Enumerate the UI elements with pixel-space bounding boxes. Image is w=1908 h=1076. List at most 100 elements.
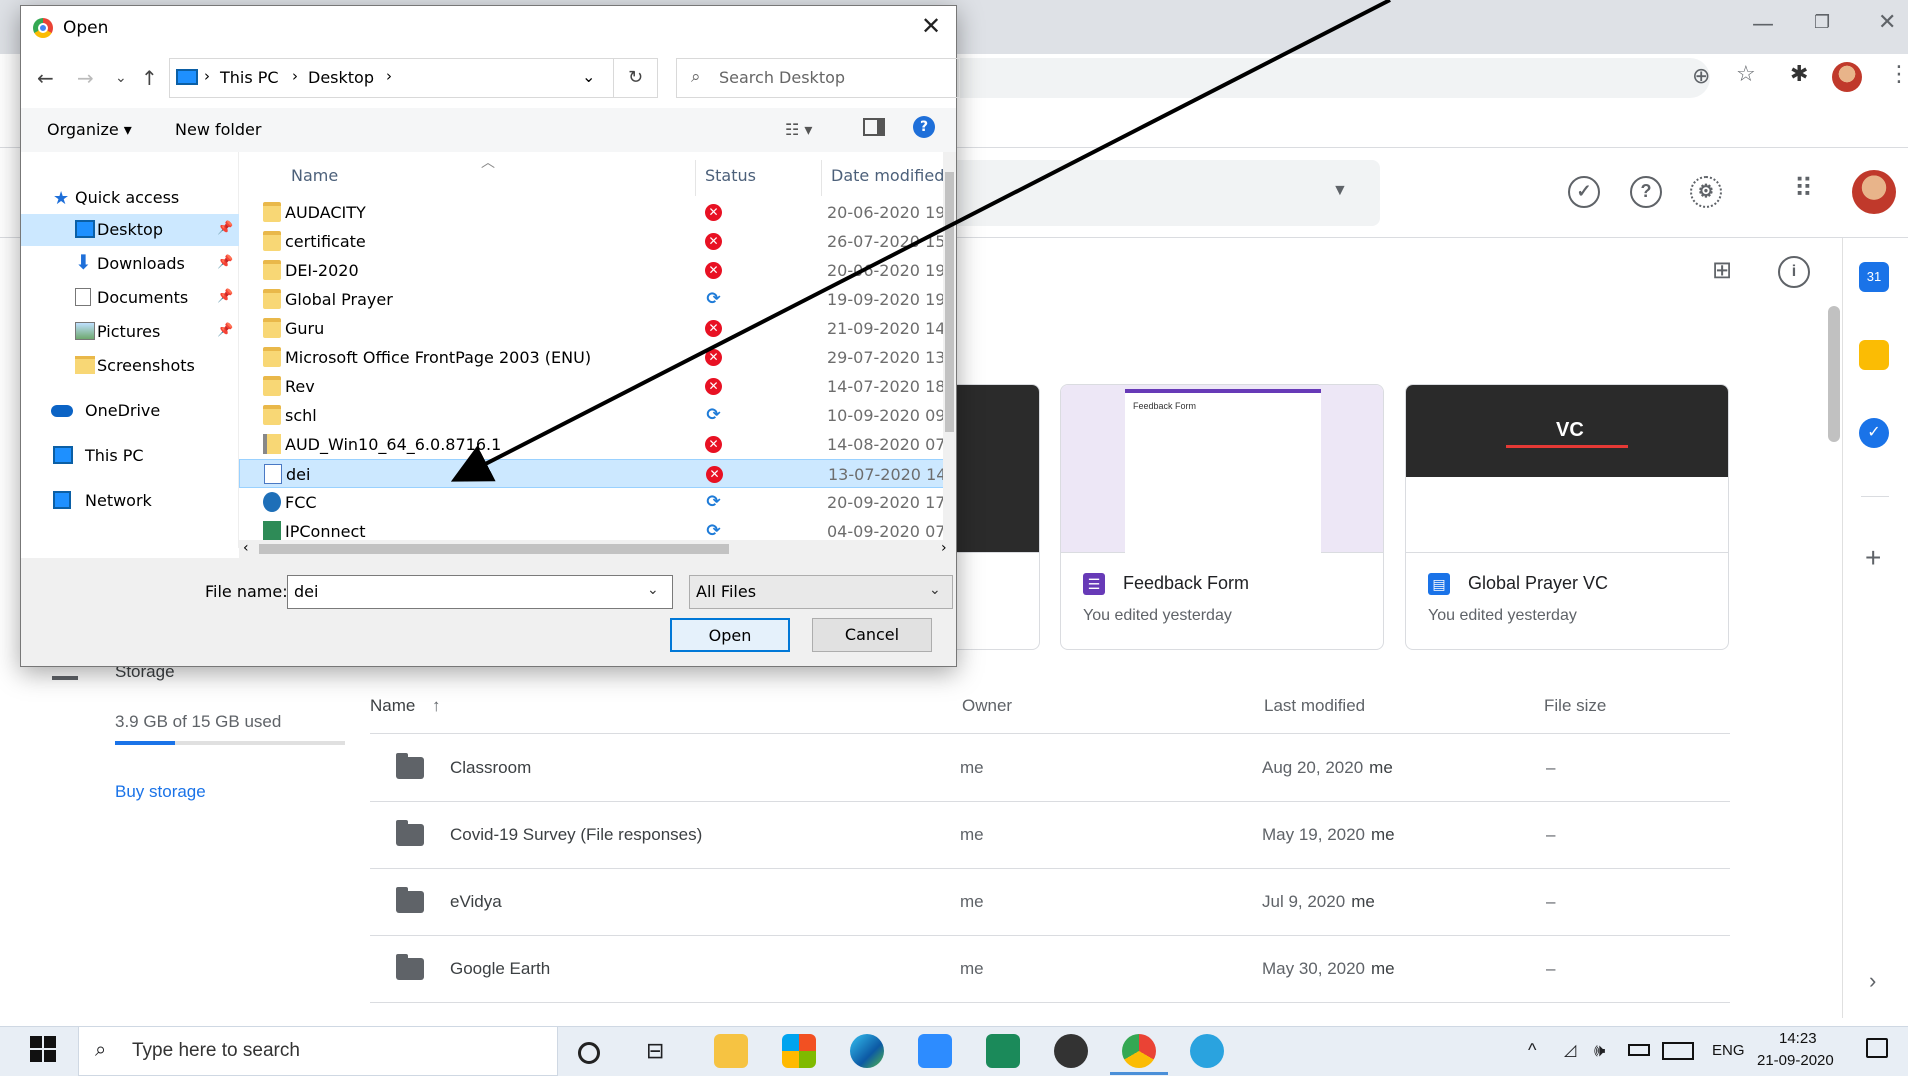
pin-icon[interactable]: 📌 [217, 255, 233, 270]
nav-item-screenshots[interactable]: Screenshots [21, 350, 239, 382]
drive-scrollbar[interactable] [1828, 306, 1840, 442]
info-icon[interactable]: i [1778, 256, 1810, 288]
task-view-icon[interactable]: ⊟ [646, 1034, 680, 1068]
buy-storage-link[interactable]: Buy storage [115, 782, 206, 802]
account-avatar-icon[interactable] [1852, 170, 1896, 214]
quick-access-card[interactable]: Feedback Form ☰ Feedback Form You edited… [1060, 384, 1384, 650]
file-row-selected[interactable]: dei ✕ 13-07-2020 14:12 [239, 459, 956, 488]
zoom-icon[interactable] [918, 1034, 952, 1068]
file-row[interactable]: Global Prayer ⟳ 19-09-2020 19:12 [239, 285, 956, 314]
nav-item-network[interactable]: Network [21, 485, 239, 517]
refresh-icon[interactable]: ↻ [614, 58, 658, 98]
omnibox[interactable] [940, 58, 1710, 98]
column-header-modified[interactable]: Last modified [1264, 696, 1365, 716]
network-tray-icon[interactable]: ◿ [1564, 1040, 1576, 1060]
add-addon-icon[interactable]: + [1865, 542, 1881, 574]
file-row[interactable]: Microsoft Office FrontPage 2003 (ENU) ✕ … [239, 343, 956, 372]
drive-search-box[interactable]: ▼ [940, 160, 1380, 226]
help-icon[interactable]: ? [913, 116, 935, 138]
calendar-icon[interactable]: 31 [1859, 262, 1889, 292]
search-options-icon[interactable]: ▼ [1332, 182, 1348, 200]
tray-chevron-icon[interactable]: ^ [1528, 1040, 1536, 1061]
store-icon[interactable] [782, 1034, 816, 1068]
restore-icon[interactable]: ❐ [1814, 14, 1830, 32]
file-type-select[interactable]: All Files [689, 575, 953, 609]
windows-start-icon[interactable] [30, 1036, 58, 1064]
profile-avatar-icon[interactable] [1832, 62, 1862, 92]
table-row[interactable]: Google Earth me May 30, 2020 me – [370, 936, 1730, 1003]
game-app-icon[interactable] [986, 1034, 1020, 1068]
view-options-icon[interactable]: ☷ ▾ [785, 120, 812, 139]
address-dropdown-icon[interactable]: ⌄ [582, 67, 595, 86]
extensions-icon[interactable]: ✱ [1790, 64, 1808, 86]
notification-icon[interactable] [1866, 1038, 1888, 1058]
file-row[interactable]: DEI-2020 ✕ 20-06-2020 19:46 [239, 256, 956, 285]
breadcrumb-this-pc[interactable]: This PC [220, 68, 279, 87]
close-icon[interactable]: ✕ [921, 12, 941, 40]
column-header-name[interactable]: Name [370, 696, 415, 716]
obs-icon[interactable] [1054, 1034, 1088, 1068]
minimize-icon[interactable]: — [1752, 14, 1774, 36]
expand-panel-icon[interactable]: › [1869, 968, 1876, 994]
column-header-size[interactable]: File size [1544, 696, 1606, 716]
language-indicator[interactable]: ENG [1712, 1042, 1745, 1059]
back-arrow-icon[interactable]: ← [37, 66, 54, 90]
file-row[interactable]: certificate ✕ 26-07-2020 15:53 [239, 227, 956, 256]
clock-date[interactable]: 21-09-2020 [1757, 1052, 1834, 1069]
new-folder-button[interactable]: New folder [175, 120, 261, 139]
nav-item-onedrive[interactable]: OneDrive [21, 395, 239, 427]
file-name-input[interactable]: dei [287, 575, 673, 609]
table-row[interactable]: eVidya me Jul 9, 2020 me – [370, 869, 1730, 936]
column-separator[interactable] [821, 160, 822, 196]
file-row[interactable]: Guru ✕ 21-09-2020 14:15 [239, 314, 956, 343]
breadcrumb-desktop[interactable]: Desktop [308, 68, 374, 87]
file-row[interactable]: AUD_Win10_64_6.0.8716.1 ✕ 14-08-2020 07:… [239, 430, 956, 459]
pin-icon[interactable]: 📌 [217, 289, 233, 304]
pin-icon[interactable]: 📌 [217, 221, 233, 236]
quick-access-card[interactable]: VC ▤ Global Prayer VC You edited yesterd… [1405, 384, 1729, 650]
nav-item-downloads[interactable]: ⬇ Downloads 📌 [21, 248, 239, 280]
battery-icon[interactable] [1628, 1044, 1650, 1056]
chevron-down-icon[interactable]: ⌄ [647, 582, 659, 598]
help-icon[interactable]: ? [1630, 176, 1662, 208]
table-row[interactable]: Classroom me Aug 20, 2020 me – [370, 735, 1730, 802]
column-header-name[interactable]: Name [291, 166, 338, 185]
nav-item-documents[interactable]: Documents 📌 [21, 282, 239, 314]
column-header-date-modified[interactable]: Date modified [831, 166, 944, 185]
volume-icon[interactable]: 🕪 [1594, 1040, 1605, 1061]
grid-view-icon[interactable]: ⊞ [1712, 258, 1732, 282]
nav-item-desktop[interactable]: Desktop 📌 [21, 214, 239, 246]
bookmark-star-icon[interactable]: ☆ [1736, 64, 1756, 86]
clock-time[interactable]: 14:23 [1779, 1030, 1817, 1047]
keep-icon[interactable] [1859, 340, 1889, 370]
pin-icon[interactable]: 📌 [217, 323, 233, 338]
chrome-taskbar-icon[interactable] [1122, 1034, 1156, 1068]
nav-item-pictures[interactable]: Pictures 📌 [21, 316, 239, 348]
column-header-owner[interactable]: Owner [962, 696, 1012, 716]
table-row[interactable]: Covid-19 Survey (File responses) me May … [370, 802, 1730, 869]
nav-item-this-pc[interactable]: This PC [21, 440, 239, 472]
up-arrow-icon[interactable]: ↑ [141, 66, 158, 90]
sort-arrow-up-icon[interactable]: ↑ [432, 696, 441, 716]
scroll-right-icon[interactable]: › [941, 540, 947, 556]
telegram-icon[interactable] [1190, 1034, 1224, 1068]
nav-item-quick-access[interactable]: ★ Quick access [21, 182, 239, 214]
column-separator[interactable] [695, 160, 696, 196]
cancel-button[interactable]: Cancel [812, 618, 932, 652]
search-input[interactable]: ⌕ Search Desktop [676, 58, 960, 98]
close-window-icon[interactable]: ✕ [1878, 12, 1896, 34]
column-header-status[interactable]: Status [705, 166, 756, 185]
address-bar[interactable]: › This PC › Desktop › ⌄ [169, 58, 614, 98]
add-tab-icon[interactable]: ⊕ [1692, 66, 1710, 88]
file-row[interactable]: AUDACITY ✕ 20-06-2020 19:46 [239, 198, 956, 227]
organize-button[interactable]: Organize ▾ [47, 120, 132, 139]
scroll-left-icon[interactable]: ‹ [243, 540, 249, 556]
file-explorer-icon[interactable] [714, 1034, 748, 1068]
file-row[interactable]: Rev ✕ 14-07-2020 18:59 [239, 372, 956, 401]
forward-arrow-icon[interactable]: → [77, 66, 94, 90]
preview-pane-icon[interactable] [863, 118, 885, 136]
tasks-icon[interactable]: ✓ [1859, 418, 1889, 448]
open-button[interactable]: Open [670, 618, 790, 652]
horizontal-scroll-thumb[interactable] [259, 544, 729, 554]
chrome-menu-icon[interactable]: ⋮ [1888, 64, 1908, 86]
